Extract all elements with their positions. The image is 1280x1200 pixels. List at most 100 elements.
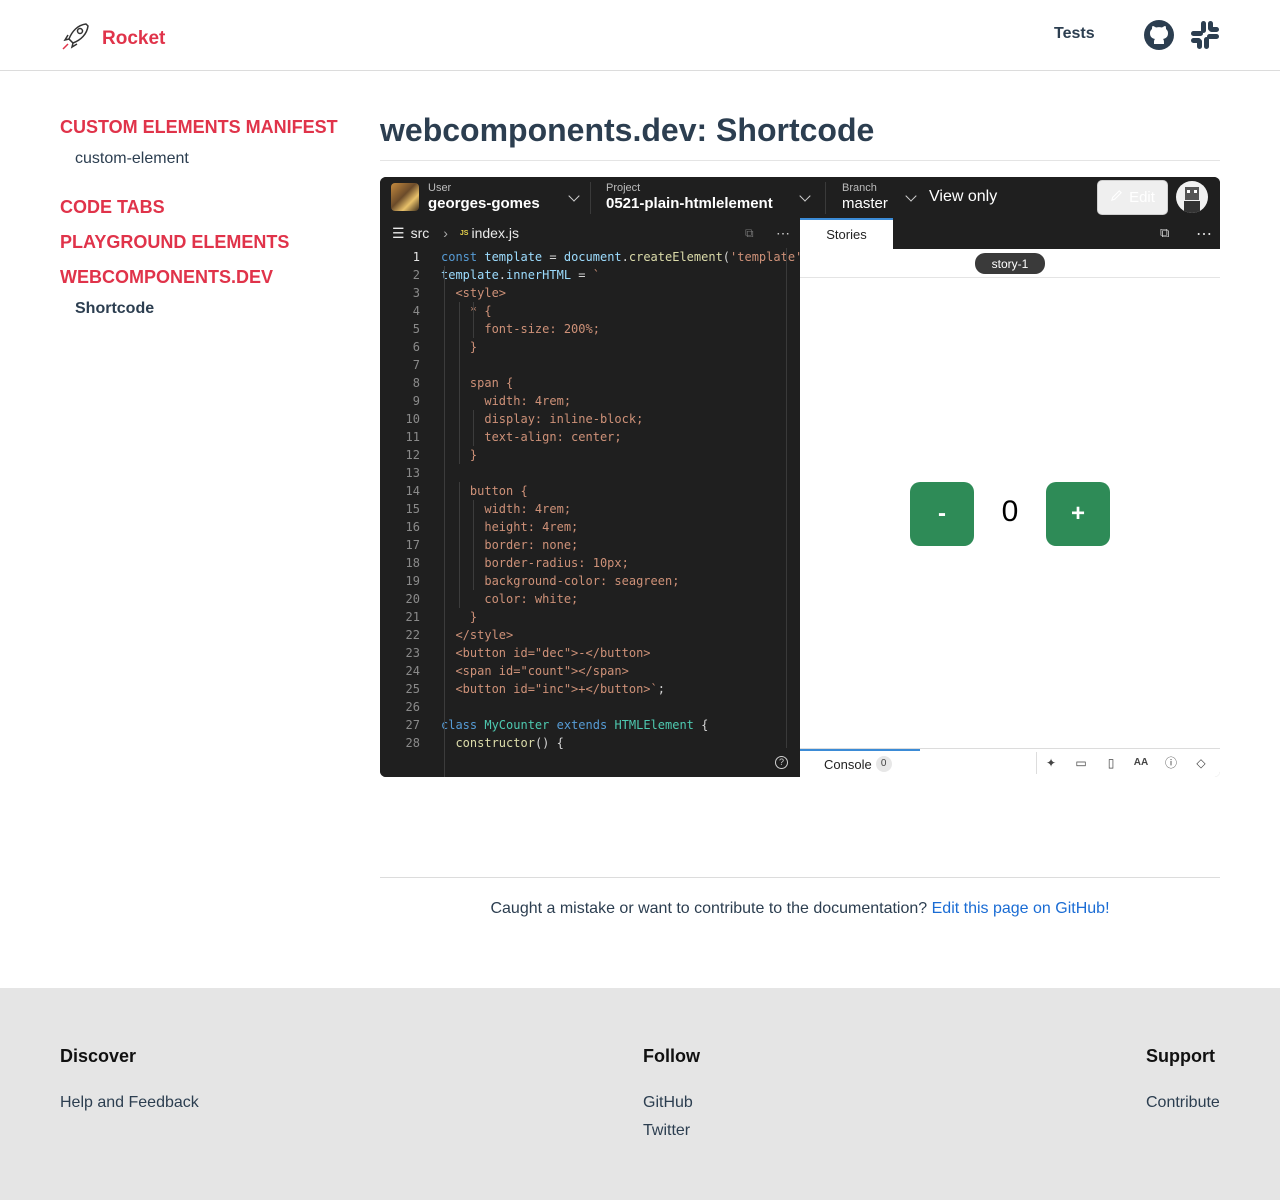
project-label: Project: [606, 182, 641, 194]
line-number: 15: [405, 502, 420, 516]
footer-link-contribute[interactable]: Contribute: [1146, 1089, 1220, 1117]
code-line: 24 <span id="count"></span>: [380, 662, 800, 680]
code-line: 15 width: 4rem;: [380, 500, 800, 518]
footer-link-github[interactable]: GitHub: [643, 1089, 700, 1117]
edit-notice: Caught a mistake or want to contribute t…: [380, 900, 1220, 918]
pencil-icon: [1110, 189, 1123, 206]
line-number: 23: [405, 646, 420, 660]
code-line: 28 constructor() {: [380, 734, 800, 752]
branch-value[interactable]: master: [842, 195, 888, 212]
code-line: 13: [380, 464, 800, 482]
file-tab-index-js[interactable]: index.js: [471, 225, 518, 241]
sidebar-item-shortcode[interactable]: Shortcode: [75, 300, 340, 318]
paint-icon[interactable]: ◇: [1193, 755, 1209, 771]
docs-sidebar: CUSTOM ELEMENTS MANIFEST custom-element …: [60, 117, 340, 318]
user-value[interactable]: georges-gomes: [428, 195, 540, 212]
account-avatar[interactable]: [1176, 181, 1208, 213]
line-number: 7: [412, 358, 420, 372]
line-number: 3: [412, 286, 420, 300]
code-text: width: 4rem;: [441, 502, 572, 516]
indent-guide: [444, 266, 445, 777]
title-divider: [380, 160, 1220, 161]
more-options-icon[interactable]: ⋯: [776, 225, 790, 242]
sidebar-heading-custom-elements-manifest[interactable]: CUSTOM ELEMENTS MANIFEST: [60, 117, 340, 138]
story-selector[interactable]: story-1: [975, 253, 1045, 274]
code-line: 5 font-size: 200%;: [380, 320, 800, 338]
code-content[interactable]: 1 const template = document.createElement…: [380, 248, 803, 777]
code-line: 27 class MyCounter extends HTMLElement {: [380, 716, 800, 734]
footer-follow: Follow GitHub Twitter: [643, 1046, 700, 1145]
ide-topbar: User georges-gomes Project 0521-plain-ht…: [380, 177, 1220, 218]
github-icon[interactable]: [1143, 19, 1175, 51]
edit-on-github-link[interactable]: Edit this page on GitHub!: [932, 900, 1110, 917]
folder-name[interactable]: src: [411, 225, 430, 241]
code-text: class MyCounter extends HTMLElement {: [441, 718, 709, 732]
sidebar-heading-code-tabs[interactable]: CODE TABS: [60, 197, 340, 218]
increment-button[interactable]: +: [1046, 482, 1110, 546]
line-number: 19: [405, 574, 420, 588]
code-line: 23 <button id="dec">-</button>: [380, 644, 800, 662]
content-divider: [380, 877, 1220, 878]
code-editor-pane: ☰ src › JS index.js ⧉ ⋯ 1 const template …: [380, 218, 803, 777]
sidebar-heading-webcomponents-dev[interactable]: WEBCOMPONENTS.DEV: [60, 267, 340, 288]
telescope-icon[interactable]: ✦: [1043, 755, 1059, 771]
code-text: }: [441, 610, 478, 624]
webcomponents-dev-embed: User georges-gomes Project 0521-plain-ht…: [380, 177, 1220, 777]
code-text: background-color: seagreen;: [441, 574, 680, 588]
view-only-status: View only: [929, 188, 998, 205]
story-divider: [800, 277, 1220, 278]
mobile-icon[interactable]: ▯: [1103, 755, 1119, 771]
edit-button[interactable]: Edit: [1097, 180, 1168, 215]
console-count-badge: 0: [875, 756, 892, 772]
tab-console[interactable]: Console 0: [800, 749, 920, 777]
code-text: <span id="count"></span>: [441, 664, 629, 678]
footer-link-help-feedback[interactable]: Help and Feedback: [60, 1089, 199, 1117]
line-number: 25: [405, 682, 420, 696]
indent-guide: [473, 500, 474, 590]
sidebar-heading-playground-elements[interactable]: PLAYGROUND ELEMENTS: [60, 232, 340, 253]
user-chevron-down-icon[interactable]: [568, 190, 580, 202]
line-number: 10: [405, 412, 420, 426]
font-size-icon[interactable]: AA: [1133, 755, 1149, 771]
more-options-icon[interactable]: ⋯: [1196, 224, 1212, 244]
slack-icon[interactable]: [1189, 19, 1221, 51]
project-chevron-down-icon[interactable]: [799, 190, 811, 202]
footer-heading-discover: Discover: [60, 1046, 137, 1066]
nav-tests-link[interactable]: Tests: [1054, 25, 1095, 43]
preview-tabbar: Stories ⧉ ⋯: [800, 218, 1220, 249]
code-line: 25 <button id="inc">+</button>`;: [380, 680, 800, 698]
page-title: webcomponents.dev: Shortcode: [380, 112, 875, 148]
copy-icon[interactable]: ⧉: [1160, 225, 1169, 241]
line-number: 11: [405, 430, 420, 444]
footer-link-twitter[interactable]: Twitter: [643, 1117, 700, 1145]
sidebar-item-custom-element[interactable]: custom-element: [75, 150, 340, 168]
info-icon[interactable]: ⓘ: [1163, 755, 1179, 771]
code-line: 3 <style>: [380, 284, 800, 302]
editor-scrollbar[interactable]: [786, 248, 787, 748]
code-text: constructor() {: [455, 736, 564, 750]
split-editor-icon[interactable]: ⧉: [745, 226, 754, 241]
code-text: <button id="dec">-</button>: [441, 646, 651, 660]
code-text: <style>: [441, 286, 507, 300]
decrement-button[interactable]: -: [910, 482, 974, 546]
code-line: 2 template.innerHTML = `: [380, 266, 800, 284]
brand-logo-link[interactable]: Rocket: [60, 20, 165, 57]
topbar-separator: [825, 182, 826, 214]
line-number: 9: [412, 394, 420, 408]
help-icon[interactable]: ?: [775, 756, 788, 769]
line-number: 17: [405, 538, 420, 552]
line-number: 21: [405, 610, 420, 624]
user-label: User: [428, 182, 452, 194]
js-file-icon: JS: [459, 229, 469, 237]
preview-toolbar: Console 0 ✦ ▭ ▯ AA ⓘ ◇: [800, 748, 1220, 777]
code-line: 8 span {: [380, 374, 800, 392]
line-number: 26: [405, 700, 420, 714]
desktop-icon[interactable]: ▭: [1073, 755, 1089, 771]
menu-icon[interactable]: ☰: [392, 225, 405, 242]
tab-stories[interactable]: Stories: [800, 218, 893, 249]
code-line: 1 const template = document.createElement…: [380, 248, 803, 266]
code-text: text-align: center;: [441, 430, 622, 444]
branch-chevron-down-icon[interactable]: [905, 190, 917, 202]
branch-label: Branch: [842, 182, 877, 194]
project-value[interactable]: 0521-plain-htmlelement: [606, 195, 773, 212]
